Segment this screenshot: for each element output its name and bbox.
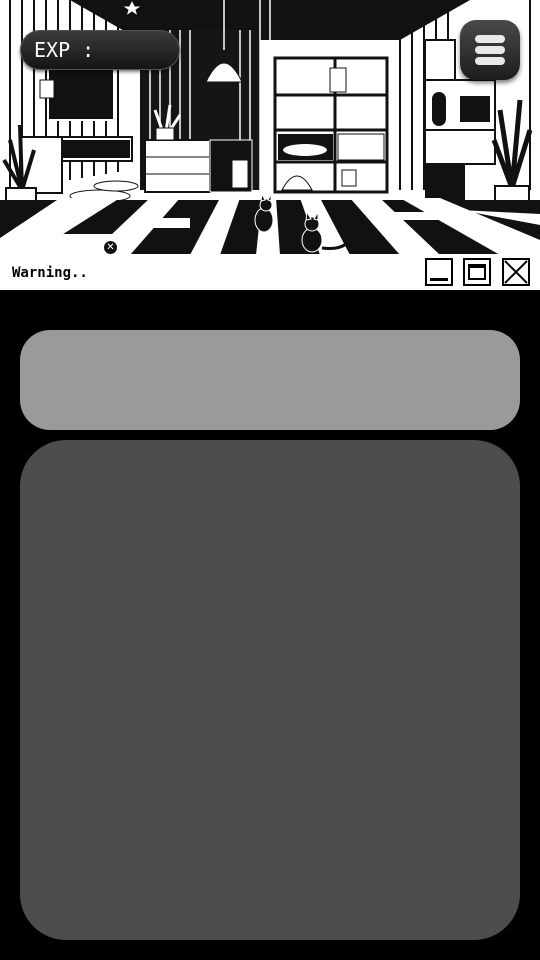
room-scene: EXP : — [0, 0, 540, 255]
content-panel — [20, 440, 520, 940]
maximize-button[interactable] — [463, 258, 491, 286]
close-x-icon — [504, 260, 528, 284]
exp-display: EXP : — [20, 30, 180, 70]
minimize-button[interactable] — [425, 258, 453, 286]
info-panel — [20, 330, 520, 430]
menu-button[interactable] — [460, 20, 520, 80]
window-title: Warning.. — [12, 265, 88, 281]
close-circle-icon[interactable]: ✕ — [104, 241, 117, 254]
window-titlebar: Warning.. — [0, 254, 540, 290]
close-button[interactable] — [502, 258, 530, 286]
exp-label: EXP : — [34, 38, 95, 62]
